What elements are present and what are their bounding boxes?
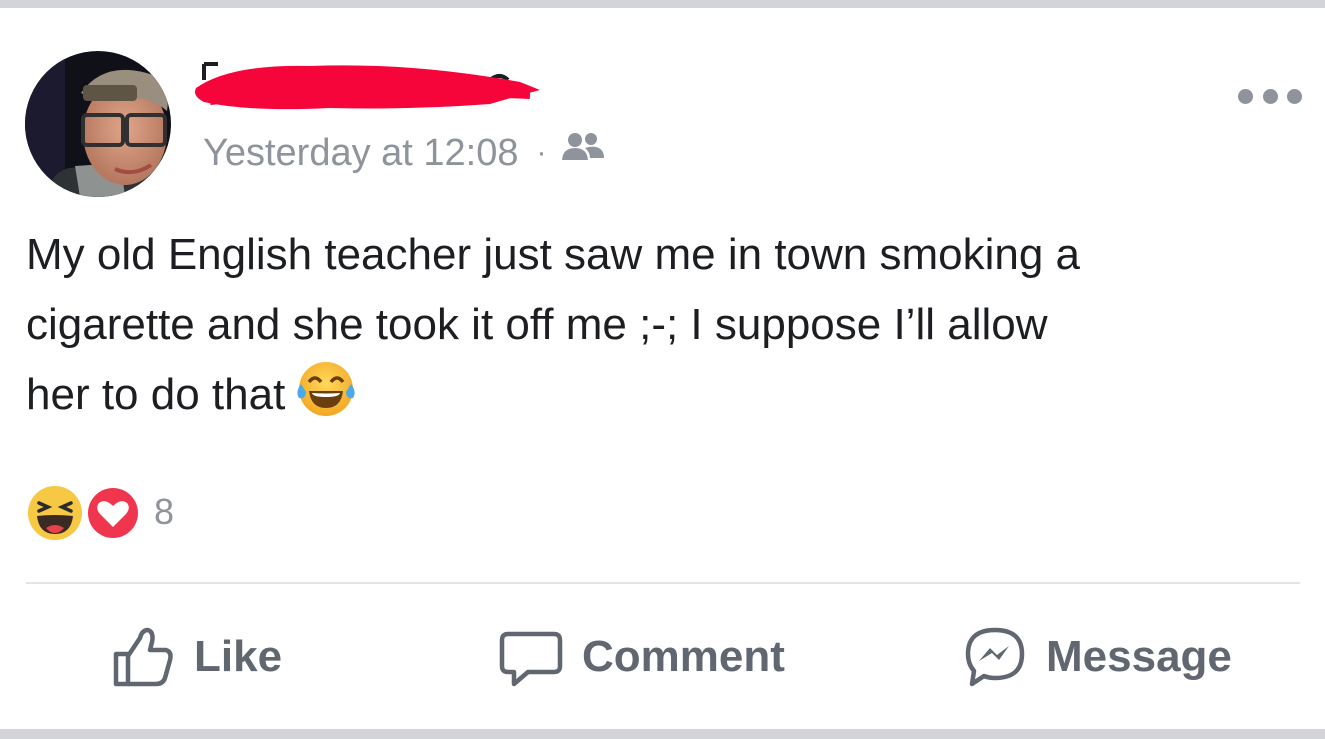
avatar[interactable] xyxy=(25,51,171,197)
thumbs-up-icon xyxy=(113,627,173,687)
post-body: My old English teacher just saw me in to… xyxy=(26,220,1306,430)
comment-label: Comment xyxy=(582,632,785,681)
meta-separator: · xyxy=(536,136,547,169)
reaction-icons[interactable] xyxy=(26,480,142,544)
post-meta: Yesterday at 12:08 · xyxy=(203,130,605,176)
reactions-summary: 8 xyxy=(26,480,174,544)
tears-of-joy-emoji xyxy=(295,358,357,420)
messenger-icon xyxy=(965,627,1025,687)
action-bar: Like Comment Message xyxy=(0,612,1325,702)
bottom-separator-bar xyxy=(0,729,1325,739)
post-text-line: cigarette and she took it off me ;-; I s… xyxy=(26,300,1048,349)
message-label: Message xyxy=(1046,632,1232,681)
reaction-count[interactable]: 8 xyxy=(154,491,174,533)
like-label: Like xyxy=(194,632,283,681)
top-separator-bar xyxy=(0,0,1325,8)
love-reaction-icon xyxy=(84,484,142,547)
more-dot xyxy=(1287,88,1302,104)
post-text-line: her to do that xyxy=(26,370,286,419)
post-timestamp[interactable]: Yesterday at 12:08 xyxy=(203,132,519,175)
redacted-name xyxy=(190,58,545,118)
friends-icon xyxy=(561,130,605,176)
more-dot xyxy=(1238,88,1253,104)
post-text-line-last: her to do that xyxy=(26,360,1306,430)
comment-icon xyxy=(499,631,563,687)
post-card: Yesterday at 12:08 · My old English teac… xyxy=(0,0,1325,739)
like-button[interactable]: Like xyxy=(110,612,282,702)
more-dot xyxy=(1262,88,1278,104)
message-button[interactable]: Message xyxy=(962,612,1232,702)
divider xyxy=(26,582,1300,584)
more-options-icon[interactable] xyxy=(1238,86,1302,106)
haha-reaction-icon xyxy=(26,484,84,547)
post-text-line: My old English teacher just saw me in to… xyxy=(26,230,1081,279)
comment-button[interactable]: Comment xyxy=(498,612,785,702)
